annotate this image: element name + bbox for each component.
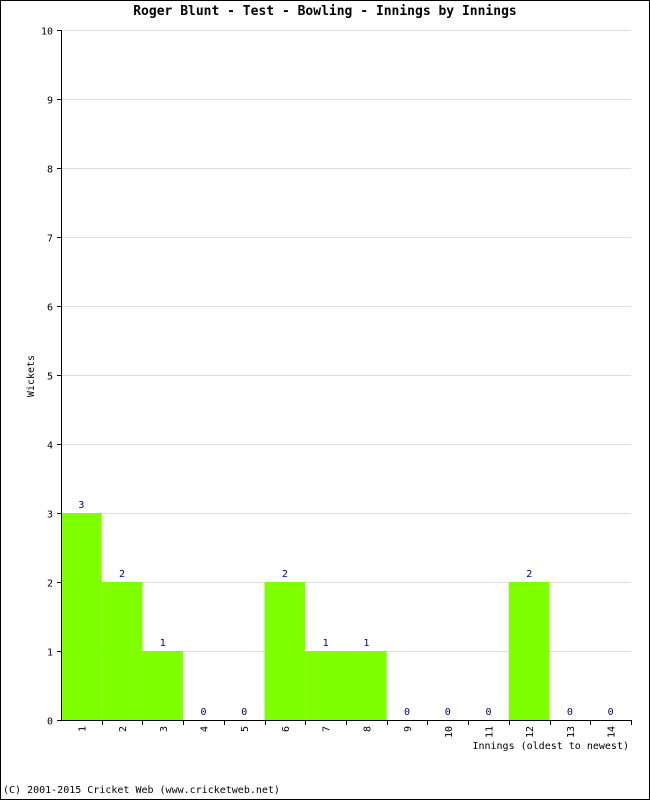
y-tick-label: 1	[47, 648, 53, 659]
x-tick-label: 6	[281, 726, 292, 732]
data-label: 0	[445, 707, 451, 718]
bars	[61, 513, 550, 720]
bar	[142, 651, 184, 720]
data-label: 2	[119, 569, 125, 580]
x-tick-label: 10	[444, 726, 455, 738]
x-axis-label: Innings (oldest to newest)	[472, 741, 629, 752]
bar	[101, 582, 143, 720]
bar	[305, 651, 346, 720]
copyright-footer: (C) 2001-2015 Cricket Web (www.cricketwe…	[3, 785, 280, 796]
y-tick-label: 10	[41, 27, 53, 38]
x-tick-label: 3	[159, 726, 170, 732]
y-tick-label: 5	[47, 372, 53, 383]
x-tick-label: 5	[240, 726, 251, 732]
data-label: 2	[282, 569, 288, 580]
y-tick-label: 6	[47, 303, 53, 314]
x-tick-label: 9	[403, 726, 414, 732]
y-tick-label: 0	[47, 717, 53, 728]
data-label: 3	[78, 500, 84, 511]
y-tick-label: 9	[47, 96, 53, 107]
bar-chart: 0123456789101 2 3 4 5 6 7 8 9 10 11 12 13 14 3210 021 1…	[26, 27, 632, 752]
x-tick-label: 4	[200, 726, 211, 732]
y-tick-label: 4	[47, 441, 53, 452]
bar	[61, 513, 102, 720]
x-tick-label: 7	[322, 726, 333, 732]
y-tick-label: 3	[47, 510, 53, 521]
x-tick-label: 14	[607, 726, 618, 738]
y-tick-label: 7	[47, 234, 53, 245]
x-tick-label: 8	[362, 726, 373, 732]
data-label: 2	[526, 569, 532, 580]
x-tick-label: 13	[566, 726, 577, 738]
x-tick-label: 2	[118, 726, 129, 732]
data-label: 1	[363, 638, 369, 649]
y-tick-label: 8	[47, 165, 53, 176]
bar	[508, 582, 550, 720]
bar	[346, 651, 387, 720]
bar	[264, 582, 306, 720]
data-label: 0	[608, 707, 614, 718]
data-label: 0	[567, 707, 573, 718]
x-tick-label: 1	[77, 726, 88, 732]
data-label: 0	[200, 707, 206, 718]
data-label: 1	[160, 638, 166, 649]
data-label: 0	[404, 707, 410, 718]
y-axis-label: Wickets	[26, 355, 37, 397]
data-label: 0	[241, 707, 247, 718]
data-label: 1	[323, 638, 329, 649]
gridlines	[61, 30, 631, 652]
data-label: 0	[485, 707, 491, 718]
y-tick-label: 2	[47, 579, 53, 590]
x-tick-label: 11	[485, 726, 496, 738]
x-tick-label: 12	[525, 726, 536, 738]
